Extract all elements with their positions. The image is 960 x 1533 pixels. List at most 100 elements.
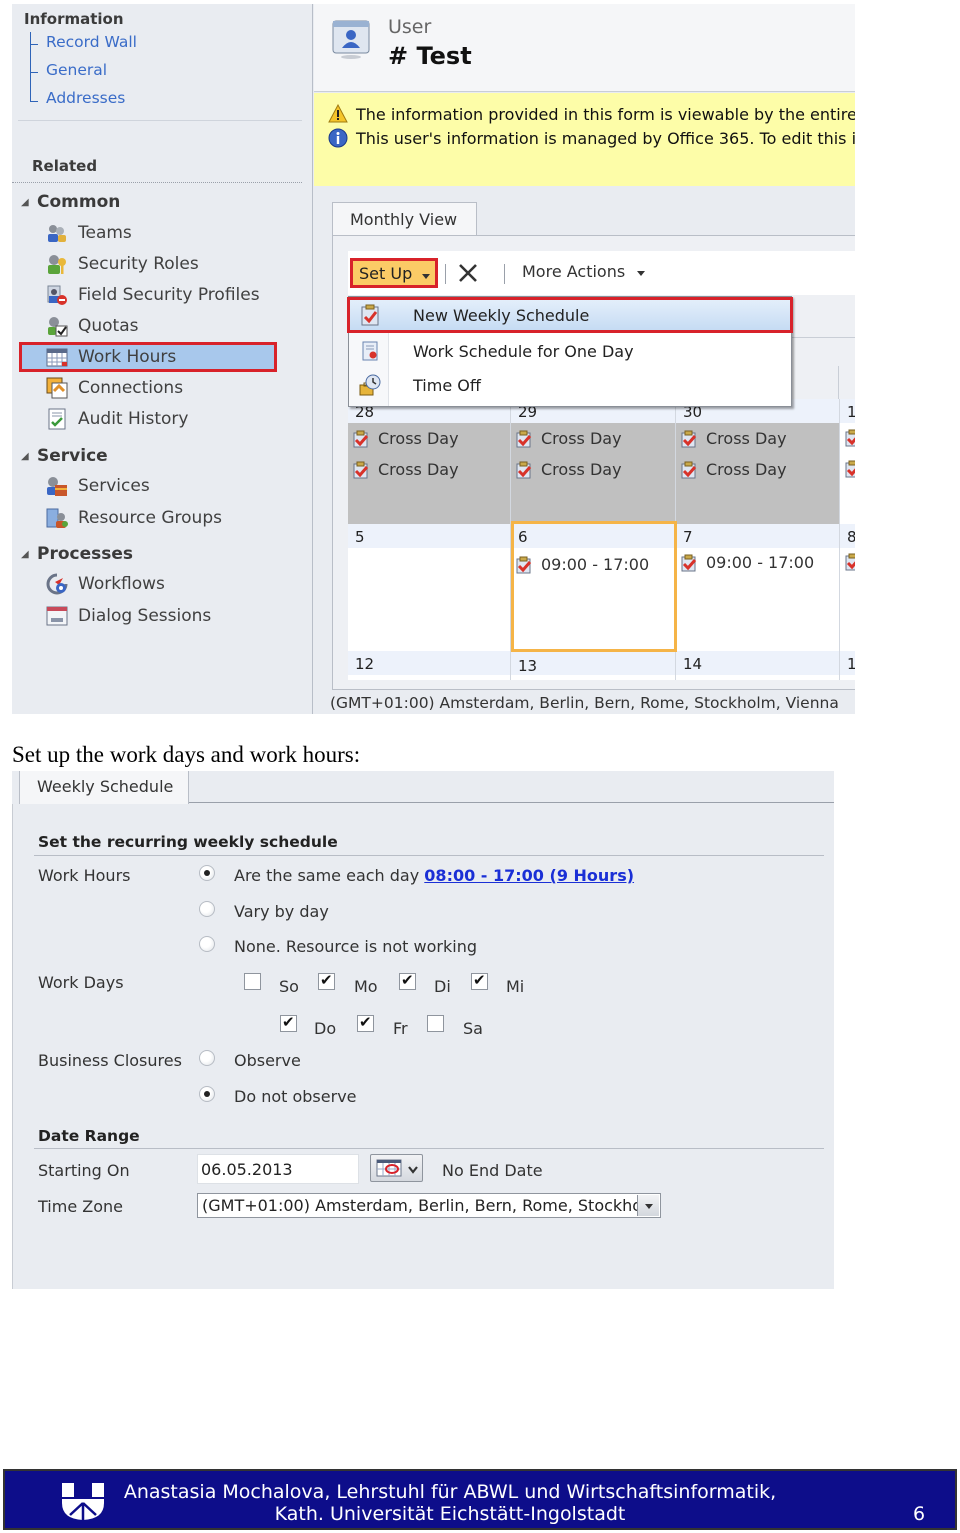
checkbox-mi[interactable] [471,971,488,990]
sidebar-item-services[interactable]: Services [46,473,276,499]
setup-button[interactable]: Set Up [350,258,438,288]
sidebar-item-label: Audit History [78,409,189,429]
option-label: Are the same each day [234,866,420,885]
setup-dropdown-menu: New Weekly Schedule Work Schedule for On… [347,296,793,407]
time-zone-select[interactable]: (GMT+01:00) Amsterdam, Berlin, Bern, Rom… [197,1193,661,1218]
calendar-day-cell[interactable]: 7 09:00 - 17:00 [676,524,840,651]
calendar-day-cell[interactable]: 1 [840,399,855,524]
calendar-event[interactable] [844,553,855,571]
menu-item-work-schedule-one-day[interactable]: Work Schedule for One Day [349,335,791,367]
radio-observe[interactable] [199,1050,215,1066]
checkbox-do[interactable] [280,1013,297,1032]
sidebar-item-quotas[interactable]: Quotas [46,313,276,339]
radio-vary-by-day[interactable] [199,901,215,917]
expand-triangle-icon[interactable]: ◢ [21,197,29,208]
calendar-day-cell[interactable]: 13 [511,651,676,680]
sidebar-item-audit-history[interactable]: Audit History [46,406,276,432]
calendar-day-cell[interactable]: 1 [840,651,855,680]
day-number: 5 [348,524,510,548]
teams-icon [46,222,68,244]
group-service-title[interactable]: Service [37,446,108,466]
footer-author-line: Anastasia Mochalova, Lehrstuhl für ABWL … [123,1481,777,1503]
connections-icon [46,377,68,399]
group-common-title[interactable]: Common [37,192,120,212]
checkbox-fr[interactable] [357,1013,374,1032]
calendar-day-cell[interactable]: 28 Cross Day Cross Day [348,399,511,524]
day-number: 7 [676,524,839,548]
calendar-day-cell[interactable]: 14 [676,651,840,680]
menu-item-time-off[interactable]: Time Off [349,369,791,401]
radio-not-working[interactable] [199,936,215,952]
sidebar-item-workflows[interactable]: Workflows [46,571,276,597]
instruction-caption: Set up the work days and work hours: [12,742,361,767]
menu-item-label: New Weekly Schedule [413,305,590,325]
calendar-event[interactable]: Cross Day [515,429,622,448]
time-zone-label: Time Zone [38,1197,123,1216]
services-icon [46,475,68,497]
expand-triangle-icon[interactable]: ◢ [21,549,29,560]
sidebar-item-connections[interactable]: Connections [46,375,276,401]
sidebar-item-label: Resource Groups [78,508,222,528]
starting-on-input[interactable]: 06.05.2013 [197,1154,359,1184]
calendar-day-cell[interactable]: 12 [348,651,511,680]
calendar-event[interactable] [844,460,855,478]
sidebar-item-dialog-sessions[interactable]: Dialog Sessions [46,603,276,629]
calendar-event[interactable]: Cross Day [680,429,787,448]
menu-item-label: Time Off [413,375,481,395]
tab-weekly-schedule[interactable]: Weekly Schedule [19,771,189,804]
sidebar-link-record-wall[interactable]: Record Wall [46,33,137,51]
sidebar-link-addresses[interactable]: Addresses [46,89,125,107]
weekly-schedule-icon [359,304,381,326]
sidebar-item-field-security-profiles[interactable]: Field Security Profiles [46,282,276,308]
date-picker-button[interactable] [370,1154,423,1182]
more-actions-button[interactable]: More Actions [522,262,646,281]
divider [838,366,839,399]
tab-monthly-view[interactable]: Monthly View [332,202,477,236]
group-processes-title[interactable]: Processes [37,544,133,564]
sidebar-item-label: Workflows [78,574,165,594]
tab-underline [189,802,834,803]
calendar-event[interactable]: Cross Day [515,460,622,479]
audit-history-icon [46,408,68,430]
checkbox-so[interactable] [244,973,261,990]
sidebar-item-work-hours[interactable]: Work Hours [19,342,277,372]
menu-item-new-weekly-schedule[interactable]: New Weekly Schedule [347,297,793,333]
divider [34,855,824,856]
checkbox-mo[interactable] [318,971,335,990]
calendar-timezone-label: (GMT+01:00) Amsterdam, Berlin, Bern, Rom… [330,694,839,712]
field-security-icon [46,284,68,306]
calendar-day-cell[interactable]: 8 [840,524,855,651]
delete-x-icon[interactable] [457,262,479,288]
option-vary-by-day: Vary by day [234,902,329,921]
calendar-day-cell[interactable]: 29 Cross Day Cross Day [511,399,676,524]
dropdown-arrow-icon[interactable] [637,1195,659,1216]
day-number: 1 [840,399,855,423]
option-do-not-observe: Do not observe [234,1087,357,1106]
sidebar-item-label: Field Security Profiles [78,285,260,305]
sidebar-item-security-roles[interactable]: Security Roles [46,251,276,277]
sidebar-item-resource-groups[interactable]: Resource Groups [46,505,276,531]
calendar-event[interactable]: Cross Day [352,429,459,448]
checkbox-sa[interactable] [427,1015,444,1032]
day-number: 8 [840,524,855,548]
schedule-clipboard-icon [515,461,533,479]
radio-same-each-day[interactable] [199,865,215,881]
work-hours-calendar-icon [46,346,68,368]
notice-warning: The information provided in this form is… [328,103,855,124]
work-hours-link[interactable]: 08:00 - 17:00 (9 Hours) [424,866,634,885]
calendar-event[interactable]: 09:00 - 17:00 [680,553,814,572]
option-same-each-day: Are the same each day 08:00 - 17:00 (9 H… [234,866,634,885]
calendar-event[interactable]: Cross Day [680,460,787,479]
sidebar-link-general[interactable]: General [46,61,107,79]
calendar-day-cell[interactable]: 30 Cross Day Cross Day [676,399,840,524]
checkbox-di[interactable] [399,971,416,990]
schedule-clipboard-icon [515,430,533,448]
radio-do-not-observe[interactable] [199,1086,215,1102]
calendar-event[interactable]: Cross Day [352,460,459,479]
one-day-schedule-icon [359,340,381,362]
sidebar-item-teams[interactable]: Teams [46,220,276,246]
event-label: Cross Day [541,429,622,448]
expand-triangle-icon[interactable]: ◢ [21,451,29,462]
calendar-event[interactable] [844,429,855,447]
calendar-day-cell[interactable]: 5 [348,524,511,651]
